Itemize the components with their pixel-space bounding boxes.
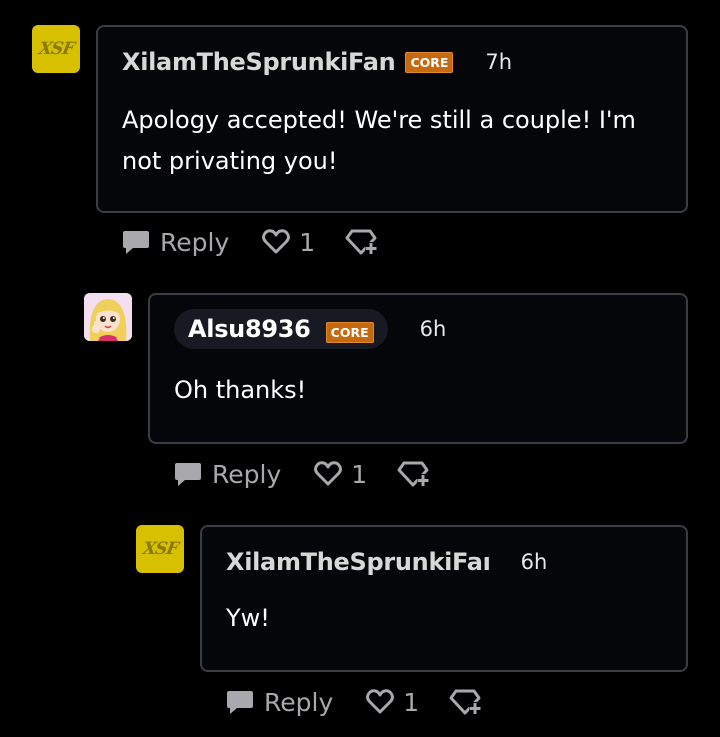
username: Alsu8936 xyxy=(188,315,311,343)
comment-actions: Reply 1 xyxy=(225,684,482,720)
reply-label: Reply xyxy=(212,459,282,489)
cartoon-girl-avatar-icon xyxy=(84,293,132,341)
comment-text: Oh thanks! xyxy=(174,376,307,404)
username-pill[interactable]: Alsu8936 CORE xyxy=(174,309,388,349)
comment-text: Yw! xyxy=(226,604,270,632)
gem-add-icon xyxy=(449,687,482,717)
speech-bubble-icon xyxy=(121,228,151,256)
core-badge: CORE xyxy=(325,322,374,343)
comment-card: XilamTheSprunkiFaı 6h Yw! xyxy=(200,525,688,672)
like-button[interactable]: 1 xyxy=(313,460,367,489)
like-button[interactable]: 1 xyxy=(365,688,419,717)
like-count: 1 xyxy=(403,687,420,717)
username[interactable]: XilamTheSprunkiFaı xyxy=(226,548,491,576)
award-button[interactable] xyxy=(449,687,482,717)
comment-text: Apology accepted! We're still a couple! … xyxy=(122,106,636,175)
username[interactable]: XilamTheSprunkiFan xyxy=(122,48,396,76)
reply-button[interactable]: Reply xyxy=(121,228,229,257)
comment-header: Alsu8936 CORE 6h xyxy=(174,309,446,349)
comment-card: Alsu8936 CORE 6h Oh thanks! xyxy=(148,293,688,444)
comment-card: XilamTheSprunkiFan CORE 7h Apology accep… xyxy=(96,25,688,213)
comment-header: XilamTheSprunkiFan CORE 7h xyxy=(122,48,512,76)
heart-icon xyxy=(261,228,291,256)
avatar-logo: XSF xyxy=(36,39,76,59)
timestamp: 6h xyxy=(520,550,548,574)
award-button[interactable] xyxy=(397,459,430,489)
avatar[interactable]: XSF xyxy=(32,25,80,73)
like-count: 1 xyxy=(351,459,368,489)
heart-icon xyxy=(313,460,343,488)
avatar-logo: XSF xyxy=(140,539,180,559)
avatar[interactable]: XSF xyxy=(136,525,184,573)
like-button[interactable]: 1 xyxy=(261,228,315,257)
timestamp: 6h xyxy=(419,317,447,341)
award-button[interactable] xyxy=(345,227,378,257)
reply-label: Reply xyxy=(264,687,334,717)
speech-bubble-icon xyxy=(173,460,203,488)
like-count: 1 xyxy=(299,227,316,257)
timestamp: 7h xyxy=(485,50,513,74)
comment-actions: Reply 1 xyxy=(173,456,430,492)
reply-button[interactable]: Reply xyxy=(173,460,281,489)
comment-header: XilamTheSprunkiFaı 6h xyxy=(226,548,547,576)
gem-add-icon xyxy=(345,227,378,257)
speech-bubble-icon xyxy=(225,688,255,716)
reply-label: Reply xyxy=(160,227,230,257)
reply-button[interactable]: Reply xyxy=(225,688,333,717)
avatar[interactable] xyxy=(84,293,132,341)
gem-add-icon xyxy=(397,459,430,489)
comment-actions: Reply 1 xyxy=(121,224,378,260)
heart-icon xyxy=(365,688,395,716)
core-badge: CORE xyxy=(405,51,454,73)
